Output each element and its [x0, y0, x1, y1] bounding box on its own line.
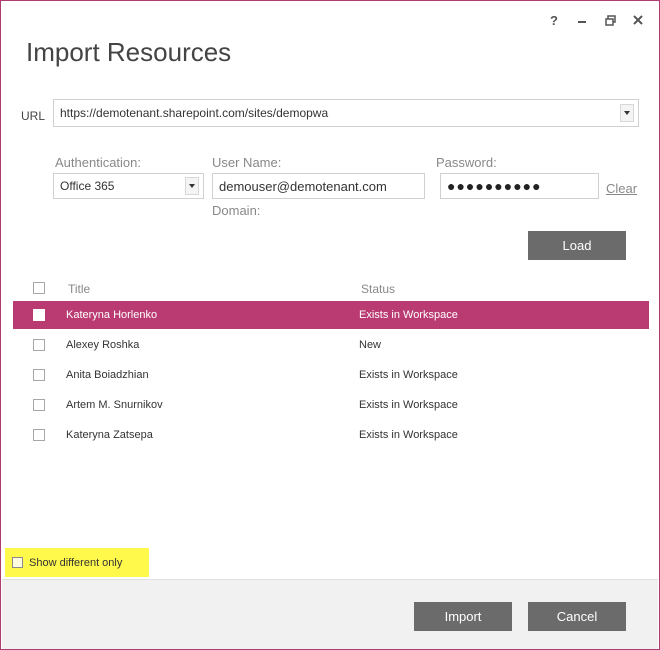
row-status: New — [359, 339, 382, 351]
row-checkbox[interactable] — [33, 369, 45, 381]
cancel-button[interactable]: Cancel — [528, 602, 626, 631]
chevron-down-icon[interactable] — [620, 104, 634, 122]
checkbox-box[interactable] — [12, 557, 23, 568]
row-status: Exists in Workspace — [359, 429, 458, 441]
table-row[interactable]: Kateryna Horlenko Exists in Workspace — [13, 301, 649, 329]
grid-header: Title Status — [13, 279, 649, 299]
row-status: Exists in Workspace — [359, 369, 458, 381]
restore-icon[interactable] — [603, 13, 617, 27]
row-title: Alexey Roshka — [66, 339, 140, 351]
column-header-status[interactable]: Status — [361, 282, 395, 296]
password-label: Password: — [436, 155, 497, 170]
table-row[interactable]: Alexey Roshka New — [13, 331, 649, 359]
row-title: Kateryna Horlenko — [66, 309, 158, 321]
minimize-icon[interactable] — [575, 13, 589, 27]
username-value[interactable]: demouser@demotenant.com — [219, 179, 387, 194]
password-field[interactable]: ●●●●●●●●●● — [440, 173, 599, 199]
show-different-only-checkbox[interactable]: Show different only — [5, 548, 149, 577]
row-checkbox[interactable] — [33, 309, 45, 321]
row-title: Kateryna Zatsepa — [66, 429, 153, 441]
authentication-label: Authentication: — [55, 155, 142, 170]
row-title: Artem M. Snurnikov — [66, 399, 163, 411]
row-checkbox[interactable] — [33, 429, 45, 441]
page-title: Import Resources — [26, 37, 232, 67]
select-all-checkbox[interactable] — [33, 282, 45, 294]
row-checkbox[interactable] — [33, 399, 45, 411]
authentication-select[interactable]: Office 365 — [53, 173, 204, 199]
help-icon[interactable]: ? — [547, 13, 561, 28]
authentication-value[interactable]: Office 365 — [54, 179, 185, 193]
url-combobox[interactable]: https://demotenant.sharepoint.com/sites/… — [53, 99, 639, 127]
clear-link[interactable]: Clear — [606, 181, 637, 196]
table-row[interactable]: Anita Boiadzhian Exists in Workspace — [13, 361, 649, 389]
username-label: User Name: — [212, 155, 282, 170]
table-row[interactable]: Artem M. Snurnikov Exists in Workspace — [13, 391, 649, 419]
table-row[interactable]: Kateryna Zatsepa Exists in Workspace — [13, 421, 649, 449]
row-checkbox[interactable] — [33, 339, 45, 351]
close-icon[interactable] — [631, 13, 645, 27]
column-header-title[interactable]: Title — [68, 282, 90, 296]
url-label: URL — [21, 109, 46, 123]
load-button[interactable]: Load — [528, 231, 626, 260]
row-status: Exists in Workspace — [359, 399, 458, 411]
show-different-only-label: Show different only — [29, 556, 123, 569]
window-controls: ? — [547, 13, 645, 28]
username-field[interactable]: demouser@demotenant.com — [212, 173, 425, 199]
url-value[interactable]: https://demotenant.sharepoint.com/sites/… — [54, 106, 620, 120]
row-status: Exists in Workspace — [359, 309, 458, 321]
domain-label: Domain: — [212, 203, 261, 218]
password-value[interactable]: ●●●●●●●●●● — [447, 178, 542, 194]
import-button[interactable]: Import — [414, 602, 512, 631]
import-resources-dialog: ? Import Resources URL https://demotenan… — [0, 0, 660, 650]
row-title: Anita Boiadzhian — [66, 369, 149, 381]
chevron-down-icon[interactable] — [185, 177, 199, 195]
